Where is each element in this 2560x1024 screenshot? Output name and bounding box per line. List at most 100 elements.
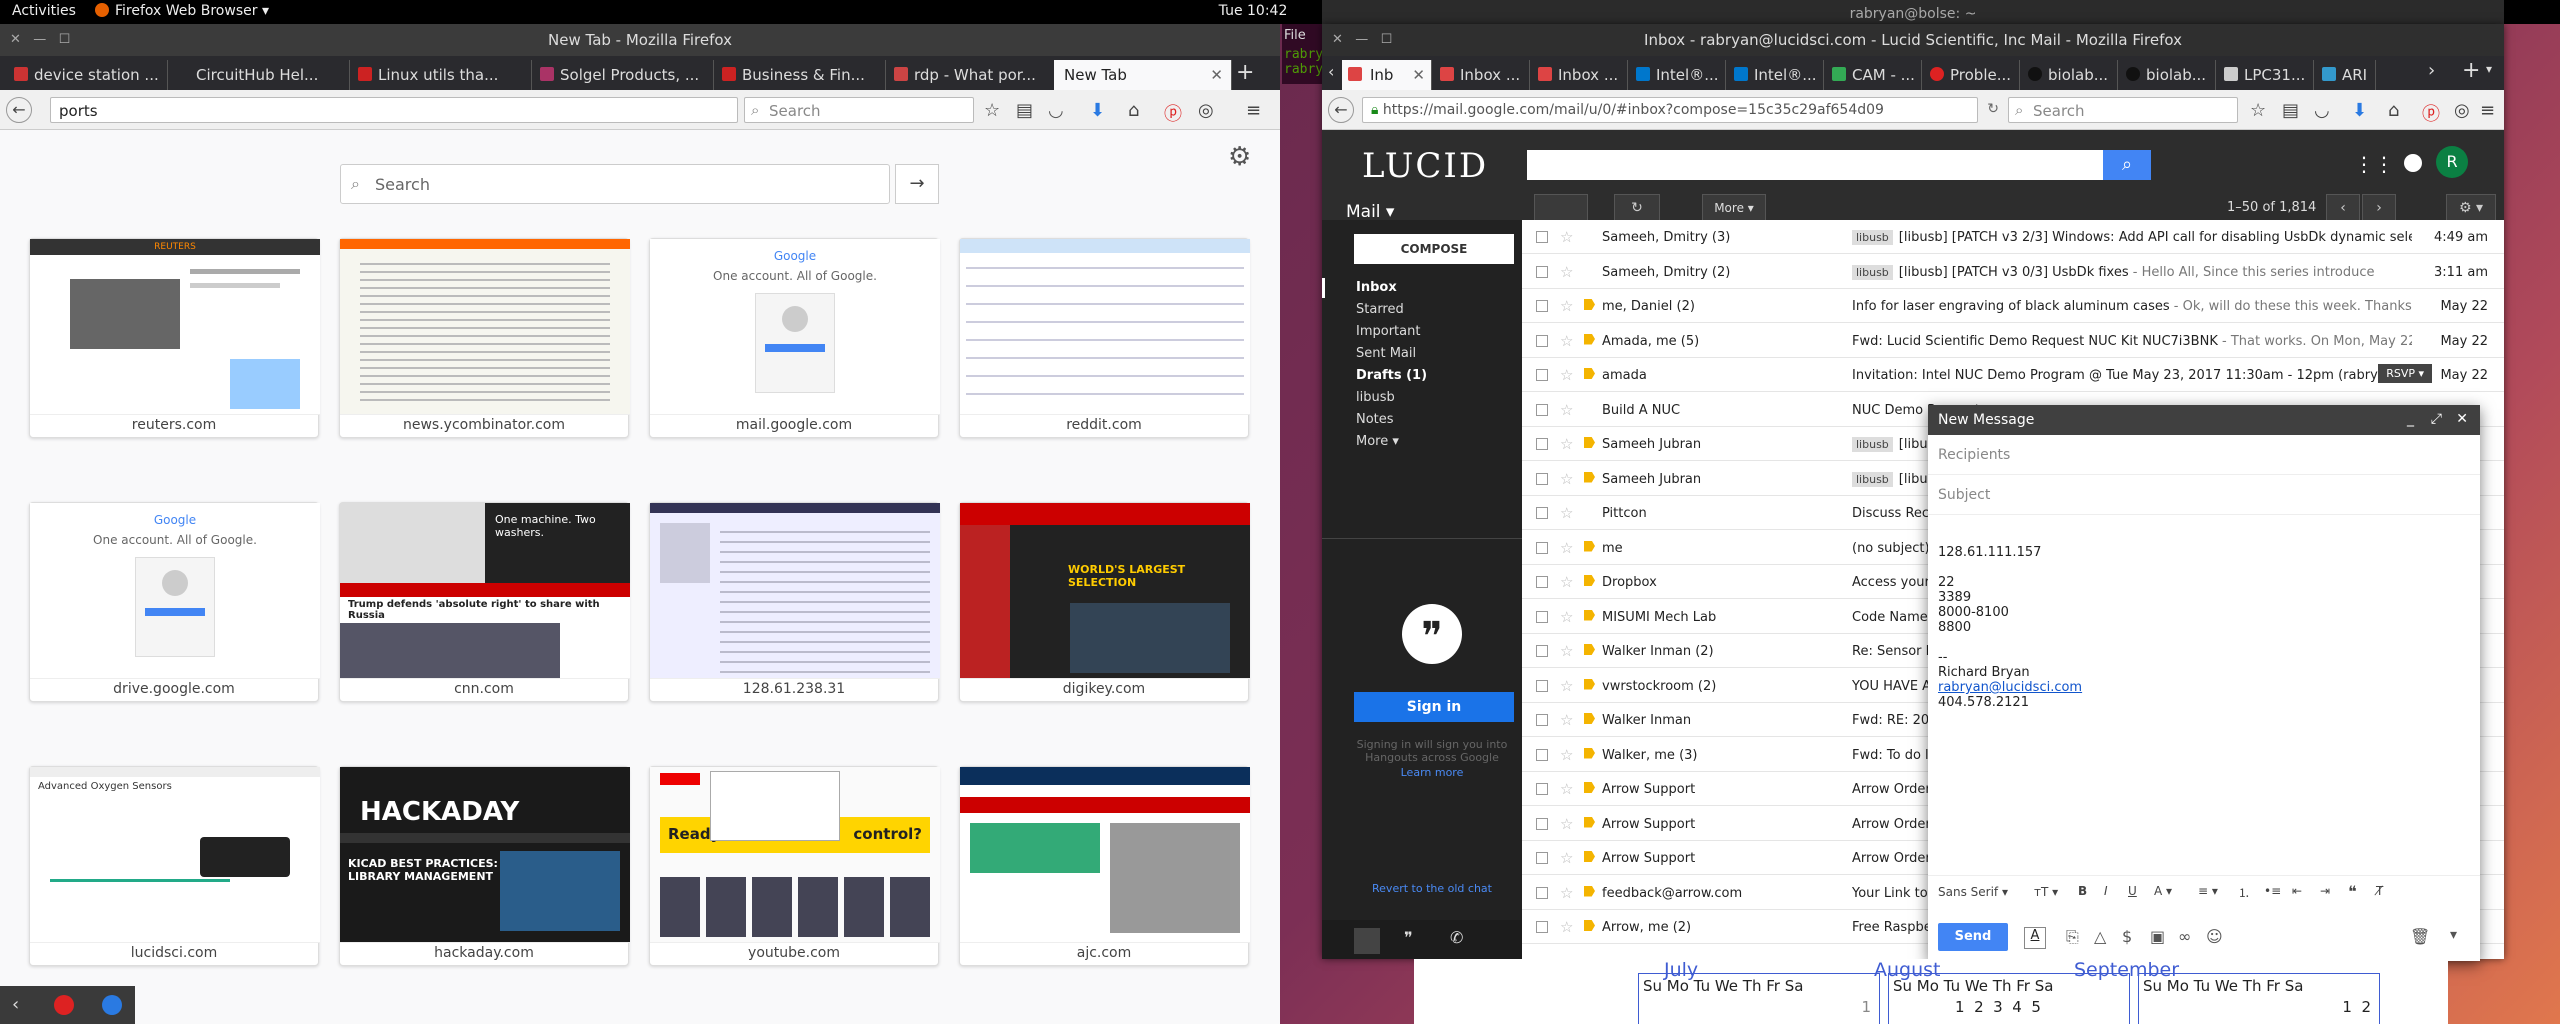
drive-icon[interactable]: △ [2094,927,2106,946]
tab-new-tab[interactable]: New Tab ✕ [1054,60,1232,90]
scroll-tabs-left-icon[interactable]: ‹ [1328,62,1334,81]
nav-drafts[interactable]: Drafts (1) [1356,368,1427,383]
row-checkbox[interactable] [1536,645,1548,657]
importance-icon[interactable] [1584,816,1595,828]
notifications-icon[interactable] [2404,154,2422,172]
row-checkbox[interactable] [1536,714,1548,726]
importance-icon[interactable] [1584,747,1595,759]
tile-hackernews[interactable]: news.ycombinator.com [339,238,630,438]
lock-icon[interactable]: 🔒︎ [1371,102,1378,118]
row-label[interactable]: libusb [1852,471,1893,487]
tab-biolab[interactable]: biolab... [2120,60,2216,90]
table-row[interactable]: ☆ me, Daniel (2) Info for laser engraving … [1522,289,2504,323]
url-bar[interactable]: 🔒︎ https://mail.google.com/mail/u/0/#inb… [1362,97,1999,123]
downloads-icon[interactable]: ⬇ [1090,100,1105,121]
compose-body[interactable]: 128.61.111.157 22 3389 8000-8100 8800 --… [1928,515,2480,726]
emoji-icon[interactable]: ☺ [2206,927,2223,946]
avatar[interactable]: R [2436,146,2468,178]
importance-icon[interactable] [1584,506,1595,517]
importance-icon[interactable] [1584,333,1595,345]
star-icon[interactable]: ☆ [1560,711,1573,729]
importance-icon[interactable] [1584,471,1595,483]
newtab-search-input[interactable]: ⌕ Search → [340,164,939,204]
mail-dropdown[interactable]: Mail ▾ [1346,202,1394,222]
older-button[interactable]: › [2362,194,2396,222]
pinterest-icon[interactable]: ⓟ [1164,100,1182,126]
tab-intel[interactable]: Intel®... [1630,60,1726,90]
star-icon[interactable]: ☆ [1560,297,1573,315]
close-tab-icon[interactable]: ✕ [1210,66,1223,84]
tile-ajc[interactable]: ajc.com [959,766,1250,966]
tile-google-drive[interactable]: Google One account. All of Google. drive… [29,502,320,702]
formatting-options-icon[interactable]: A [2024,927,2046,949]
underline-icon[interactable]: U [2128,884,2137,898]
star-icon[interactable]: ☆ [1560,746,1573,764]
tab-arm[interactable]: ARI [2316,60,2376,90]
importance-icon[interactable] [1584,782,1595,793]
importance-icon[interactable] [1584,368,1595,379]
rsvp-button[interactable]: RSVP ▾ [2378,364,2432,383]
importance-icon[interactable] [1584,885,1595,897]
star-icon[interactable]: ☆ [1560,677,1573,695]
pocket-icon[interactable]: ◡ [2314,100,2330,121]
importance-icon[interactable] [1584,609,1595,621]
row-label[interactable]: libusb [1852,437,1893,452]
learn-more-link[interactable]: Learn more [1352,766,1512,779]
table-row[interactable]: ☆ Sameeh, Dmitry (2) libusb [libusb] [PATCH… [1522,255,2504,289]
home-icon[interactable]: ⌂ [2388,100,2399,121]
importance-icon[interactable] [1584,299,1595,310]
importance-icon[interactable] [1584,403,1595,414]
menu-icon[interactable]: ≡ [1246,100,1261,121]
row-checkbox[interactable] [1536,610,1548,623]
tile-cnn[interactable]: One machine. Two washers. Trump defends … [339,502,630,702]
revert-chat-link[interactable]: Revert to the old chat [1352,882,1512,895]
star-icon[interactable]: ☆ [1560,228,1573,246]
attach-icon[interactable]: ⎘ [2066,927,2079,947]
tile-digikey[interactable]: WORLD'S LARGEST SELECTION digikey.com [959,502,1250,702]
importance-icon[interactable] [1584,678,1595,690]
window-controls[interactable]: ✕ — ☐ [1332,24,1392,56]
row-checkbox[interactable] [1536,576,1548,588]
indent-less-icon[interactable]: ⇤ [2292,884,2302,898]
pinterest-icon[interactable]: ⓟ [2422,100,2440,126]
lucid-logo[interactable]: LUCID [1362,146,1488,186]
align-icon[interactable]: ≡ ▾ [2198,884,2218,898]
clock[interactable]: Tue 10:42 [1219,3,1288,19]
search-button[interactable]: ⌕ [2103,150,2151,180]
tab-problem[interactable]: Proble... [1924,60,2020,90]
link-icon[interactable]: ∞ [2178,927,2191,946]
photo-icon[interactable]: ▣ [2150,927,2165,946]
importance-icon[interactable] [1584,575,1595,586]
text-color-icon[interactable]: A ▾ [2154,884,2172,898]
apps-grid-icon[interactable]: ⋮⋮ [2354,152,2394,176]
row-checkbox[interactable] [1536,679,1548,692]
tile-youtube[interactable]: Ready control? youtube.com [649,766,940,966]
star-icon[interactable]: ☆ [1560,401,1573,419]
importance-icon[interactable] [1584,851,1595,862]
back-icon[interactable]: ← [1328,97,1354,123]
send-button[interactable]: Send [1938,923,2008,951]
table-row[interactable]: ☆ amada Invitation: Intel NUC Demo Program… [1522,358,2504,392]
bookmark-star-icon[interactable]: ☆ [2250,100,2266,121]
table-row[interactable]: ☆ Sameeh, Dmitry (3) libusb [libusb] [PATCH… [1522,220,2504,254]
hangouts-signin-button[interactable]: Sign in [1354,692,1514,722]
compose-header[interactable]: New Message _ ⤢ ✕ [1928,405,2480,435]
fullscreen-icon[interactable]: ⤢ [2431,411,2442,427]
italic-icon[interactable]: I [2104,884,2108,898]
tile-gmail[interactable]: Google One account. All of Google. mail.… [649,238,940,438]
gear-icon[interactable]: ⚙ [1228,142,1251,172]
app-menu[interactable]: Firefox Web Browser ▾ [95,3,269,19]
contacts-icon[interactable] [1354,928,1380,954]
star-icon[interactable]: ☆ [1560,573,1573,591]
row-checkbox[interactable] [1536,748,1548,761]
importance-icon[interactable] [1584,920,1595,931]
window-controls[interactable]: ✕ — ☐ [10,24,70,56]
row-checkbox[interactable] [1536,438,1548,450]
row-checkbox[interactable] [1536,783,1548,795]
tab-inbox[interactable]: Inbox ... [1532,60,1628,90]
star-icon[interactable]: ☆ [1560,642,1573,660]
close-icon[interactable]: ✕ [2456,411,2468,427]
indent-more-icon[interactable]: ⇥ [2320,884,2330,898]
star-icon[interactable]: ☆ [1560,780,1573,798]
tab-6[interactable]: rdp - What por... [888,60,1058,90]
